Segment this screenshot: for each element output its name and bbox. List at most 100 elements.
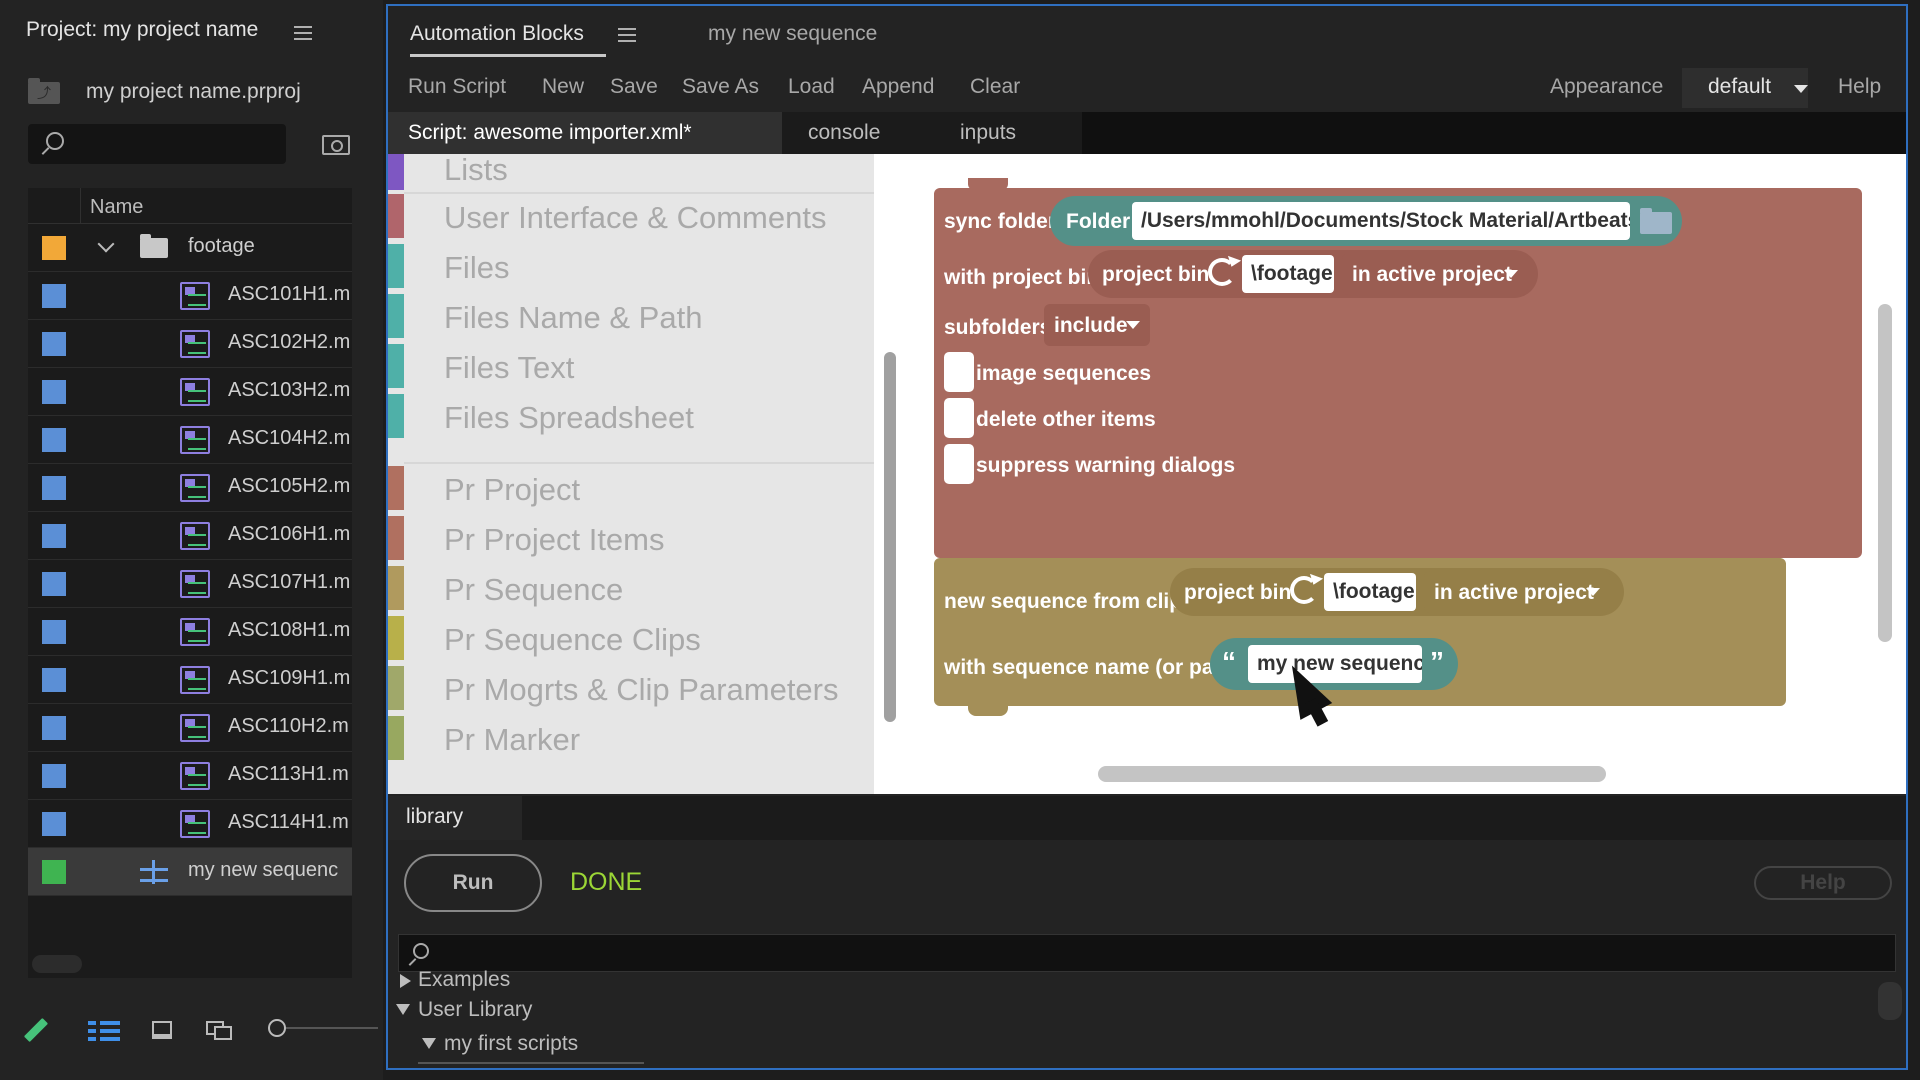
clip-row[interactable]: ASC113H1.m [28,752,352,800]
label-color-swatch[interactable] [42,764,66,788]
scope-dropdown-2[interactable]: in active project [1424,571,1610,613]
label-color-swatch[interactable] [42,428,66,452]
sequence-row[interactable]: my new sequenc [28,848,352,896]
bin-path-field-2[interactable]: \footage [1324,573,1416,611]
clip-row[interactable]: ASC110H2.m [28,704,352,752]
project-list-scrollbar[interactable] [32,955,82,973]
category-item[interactable]: Pr Mogrts & Clip Parameters [388,666,874,710]
sync-folder-block[interactable]: sync folder Folder /Users/mmohl/Document… [934,178,1862,558]
clip-row[interactable]: ASC109H1.m [28,656,352,704]
label-color-swatch[interactable] [42,476,66,500]
new-sequence-block[interactable]: new sequence from clips project bin \foo… [934,558,1786,716]
zoom-slider-handle[interactable] [268,1019,286,1037]
chevron-down-icon[interactable] [1586,588,1600,596]
category-item[interactable]: Files [388,244,874,288]
run-button[interactable]: Run [404,854,542,912]
folder-path-field[interactable]: /Users/mmohl/Documents/Stock Material/Ar… [1132,202,1630,240]
icon-view-icon[interactable] [152,1021,172,1039]
library-tree-scrollbar[interactable] [1878,982,1902,1020]
chevron-down-icon[interactable] [97,235,115,253]
blocks-canvas[interactable]: sync folder Folder /Users/mmohl/Document… [902,154,1906,794]
clip-row[interactable]: ASC101H1.m [28,272,352,320]
category-item[interactable]: Pr Project [388,466,874,510]
category-item[interactable]: Pr Sequence [388,566,874,610]
append-button[interactable]: Append [862,75,934,99]
category-item[interactable]: Pr Marker [388,716,874,760]
chevron-down-icon[interactable] [1504,270,1518,278]
panel-menu-icon[interactable] [618,28,636,42]
save-as-button[interactable]: Save As [682,75,759,99]
clip-row[interactable]: ASC114H1.m [28,800,352,848]
library-search-input[interactable] [398,934,1896,972]
label-color-swatch[interactable] [42,812,66,836]
category-item[interactable]: Pr Project Items [388,516,874,560]
category-item[interactable]: User Interface & Comments [388,194,874,238]
tab-automation-blocks[interactable]: Automation Blocks [410,22,584,46]
project-bin-block[interactable]: project bin \footage in active project [1088,250,1538,298]
tab-my-new-sequence[interactable]: my new sequence [708,22,877,46]
run-script-button[interactable]: Run Script [408,75,506,99]
chevron-down-icon[interactable] [1794,85,1808,93]
label-color-swatch[interactable] [42,332,66,356]
tab-inputs[interactable]: inputs [932,112,1082,154]
save-button[interactable]: Save [610,75,658,99]
scope-dropdown[interactable]: in active project [1342,253,1528,295]
tab-script[interactable]: Script: awesome importer.xml* [388,112,782,154]
tab-library[interactable]: library [388,796,522,840]
category-item[interactable]: Lists [388,154,874,190]
tree-item-my-first-scripts[interactable]: my first scripts [444,1032,578,1056]
label-color-swatch[interactable] [42,284,66,308]
folder-input-block[interactable]: Folder /Users/mmohl/Documents/Stock Mate… [1050,196,1682,246]
label-color-swatch[interactable] [42,236,66,260]
clip-row[interactable]: ASC102H2.m [28,320,352,368]
collapse-user-library-icon[interactable] [396,1004,410,1015]
refresh-icon[interactable] [1208,258,1236,286]
refresh-icon[interactable] [1290,576,1318,604]
list-view-icon[interactable] [88,1021,120,1041]
label-color-swatch[interactable] [42,380,66,404]
new-button[interactable]: New [542,75,584,99]
clip-row[interactable]: ASC104H2.m [28,416,352,464]
clip-row[interactable]: ASC103H2.m [28,368,352,416]
pencil-icon[interactable] [23,1017,49,1043]
category-item[interactable]: Files Spreadsheet [388,394,874,438]
find-icon[interactable] [322,135,350,155]
chevron-down-icon[interactable] [1126,321,1140,329]
suppress-warning-checkbox[interactable] [944,444,974,484]
sequence-name-field[interactable]: my new sequence [1248,645,1422,683]
label-color-swatch[interactable] [42,860,66,884]
tree-item-user-library[interactable]: User Library [418,998,532,1022]
help-menu[interactable]: Help [1838,75,1881,99]
category-item[interactable]: Files Name & Path [388,294,874,338]
project-search-input[interactable] [28,124,286,164]
delete-other-items-checkbox[interactable] [944,398,974,438]
column-name-header[interactable]: Name [90,196,143,219]
clip-row[interactable]: ASC108H1.m [28,608,352,656]
text-input-block[interactable]: “ my new sequence ” [1210,638,1458,690]
label-color-swatch[interactable] [42,716,66,740]
label-color-swatch[interactable] [42,572,66,596]
help-button[interactable]: Help [1754,866,1892,900]
project-bin-block-2[interactable]: project bin \footage in active project [1170,568,1624,616]
freeform-view-icon[interactable] [206,1021,240,1041]
bin-path-field[interactable]: \footage [1242,255,1334,293]
label-color-swatch[interactable] [42,524,66,548]
label-color-swatch[interactable] [42,668,66,692]
category-item[interactable]: Pr Sequence Clips [388,616,874,660]
collapse-my-first-scripts-icon[interactable] [422,1038,436,1049]
canvas-vertical-scrollbar[interactable] [1878,304,1892,642]
expand-examples-icon[interactable] [400,974,411,988]
clip-row[interactable]: ASC106H1.m [28,512,352,560]
subfolders-dropdown[interactable]: include [1044,304,1150,346]
tab-console[interactable]: console [782,112,932,154]
category-item[interactable]: Files Text [388,344,874,388]
folder-row-footage[interactable]: footage [28,224,352,272]
clear-button[interactable]: Clear [970,75,1020,99]
clip-row[interactable]: ASC107H1.m [28,560,352,608]
navigate-up-icon[interactable] [28,78,60,104]
canvas-horizontal-scrollbar[interactable] [1098,766,1606,782]
appearance-value[interactable]: default [1708,75,1771,99]
browse-folder-icon[interactable] [1640,208,1672,234]
tree-item-examples[interactable]: Examples [418,968,510,992]
clip-row[interactable]: ASC105H2.m [28,464,352,512]
